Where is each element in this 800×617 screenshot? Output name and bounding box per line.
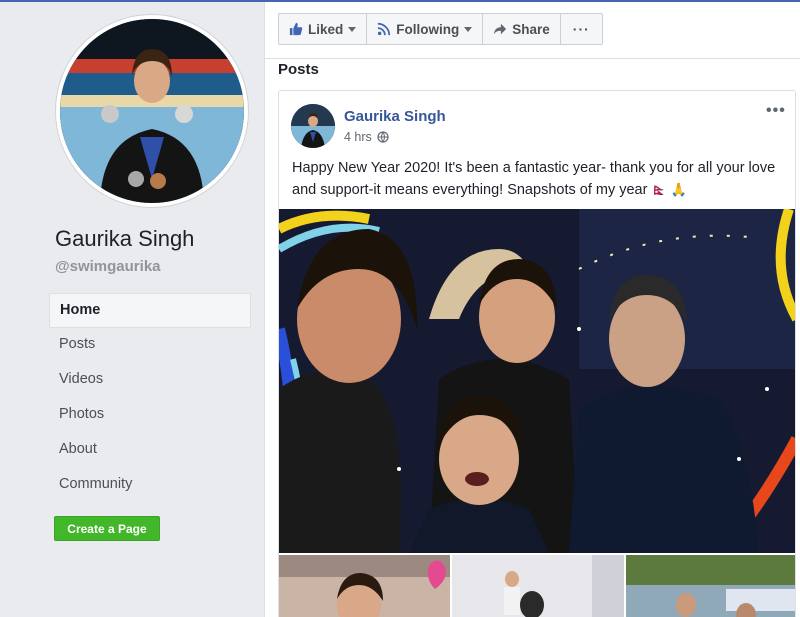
post-photo-thumbnails [279, 555, 795, 617]
author-avatar-image [291, 104, 335, 148]
page-name[interactable]: Gaurika Singh [55, 226, 194, 252]
rss-feed-icon [378, 22, 391, 36]
share-button[interactable]: Share [483, 14, 561, 44]
main-content: Liked Following Share ··· Posts Gaurika … [264, 2, 800, 617]
thumbnail-image [452, 555, 624, 617]
photo-thumbnail[interactable] [279, 555, 451, 617]
section-divider [265, 58, 800, 59]
nav-item-photos[interactable]: Photos [49, 398, 251, 433]
nepal-flag-emoji: 🇳🇵 [651, 183, 667, 197]
post-body: Happy New Year 2020! It's been a fantast… [292, 160, 776, 198]
more-options-button[interactable]: ··· [561, 14, 602, 44]
photo-thumbnail[interactable] [625, 555, 795, 617]
thumbs-up-icon [289, 22, 303, 36]
profile-picture[interactable] [56, 15, 248, 207]
posts-section-heading: Posts [278, 61, 319, 78]
post-time-label: 4 hrs [344, 130, 372, 144]
post-timestamp[interactable]: 4 hrs [344, 130, 389, 144]
nav-item-videos[interactable]: Videos [49, 363, 251, 398]
nav-item-home[interactable]: Home [49, 293, 251, 328]
create-page-button[interactable]: Create a Page [54, 516, 160, 541]
chevron-down-icon [348, 26, 357, 32]
page-handle[interactable]: @swimgaurika [55, 258, 161, 275]
nav-item-posts[interactable]: Posts [49, 328, 251, 363]
photo-thumbnail[interactable] [452, 555, 624, 617]
page-action-bar: Liked Following Share ··· [278, 13, 603, 45]
left-sidebar: Gaurika Singh @swimgaurika Home Posts Vi… [0, 2, 264, 617]
profile-photo-image [60, 19, 244, 203]
following-label: Following [396, 21, 460, 37]
share-label: Share [512, 21, 550, 37]
share-arrow-icon [494, 23, 507, 35]
following-button[interactable]: Following [367, 14, 484, 44]
folded-hands-emoji: 🙏 [670, 182, 687, 197]
post-card: Gaurika Singh 4 hrs ••• Happy New Year 2… [278, 90, 796, 617]
nav-item-community[interactable]: Community [49, 468, 251, 503]
nav-item-about[interactable]: About [49, 433, 251, 468]
family-selfie-image [279, 209, 795, 553]
liked-label: Liked [308, 21, 344, 37]
post-options-button[interactable]: ••• [766, 102, 786, 120]
globe-icon [377, 131, 389, 143]
post-main-photo[interactable] [279, 209, 795, 553]
page-navigation: Home Posts Videos Photos About Community [49, 293, 251, 503]
post-text: Happy New Year 2020! It's been a fantast… [292, 158, 787, 201]
liked-button[interactable]: Liked [279, 14, 368, 44]
post-author-name[interactable]: Gaurika Singh [344, 108, 446, 125]
post-author-avatar[interactable] [291, 104, 335, 148]
thumbnail-image [625, 555, 795, 617]
chevron-down-icon [464, 26, 473, 32]
thumbnail-image [279, 555, 451, 617]
